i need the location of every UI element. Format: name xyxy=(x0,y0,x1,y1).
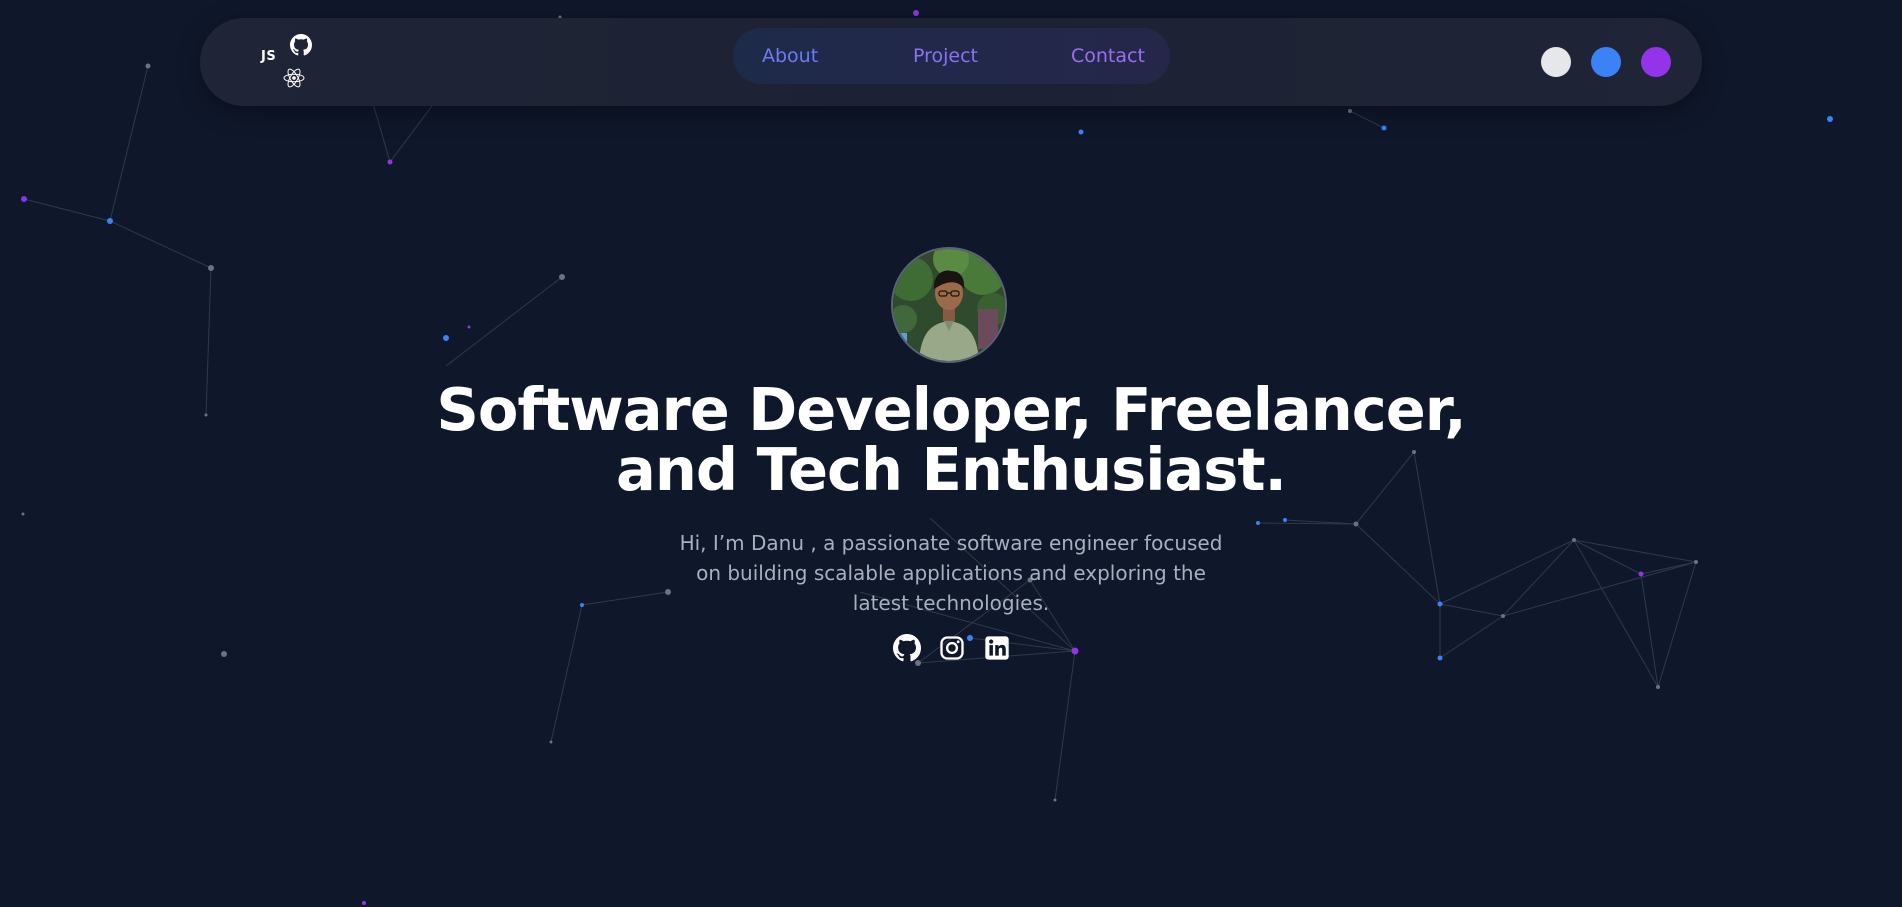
linkedin-icon[interactable] xyxy=(983,634,1011,662)
profile-photo xyxy=(893,249,1005,361)
profile-avatar xyxy=(891,247,1007,363)
theme-purple-button[interactable] xyxy=(1641,47,1671,77)
headline-line-1: Software Developer, Freelancer, xyxy=(436,375,1466,444)
theme-blue-button[interactable] xyxy=(1591,47,1621,77)
headline-line-2: and Tech Enthusiast. xyxy=(616,435,1287,504)
top-navbar: JS About Project Contact xyxy=(200,18,1702,106)
nav-links: About Project Contact xyxy=(733,28,1170,84)
theme-light-button[interactable] xyxy=(1541,47,1571,77)
hero-intro: Hi, I’m Danu , a passionate software eng… xyxy=(679,531,1223,615)
nav-about-link[interactable]: About xyxy=(762,45,818,67)
js-logo[interactable]: JS xyxy=(261,49,276,64)
social-links xyxy=(890,634,1010,666)
github-icon[interactable] xyxy=(893,634,921,662)
nav-project-link[interactable]: Project xyxy=(913,45,978,67)
github-logo-icon[interactable] xyxy=(290,34,312,56)
nav-contact-link[interactable]: Contact xyxy=(1071,45,1145,67)
instagram-icon[interactable] xyxy=(938,634,966,662)
hero-headline: Software Developer, Freelancer, and Tech… xyxy=(351,380,1551,500)
react-logo-icon[interactable] xyxy=(282,66,306,90)
